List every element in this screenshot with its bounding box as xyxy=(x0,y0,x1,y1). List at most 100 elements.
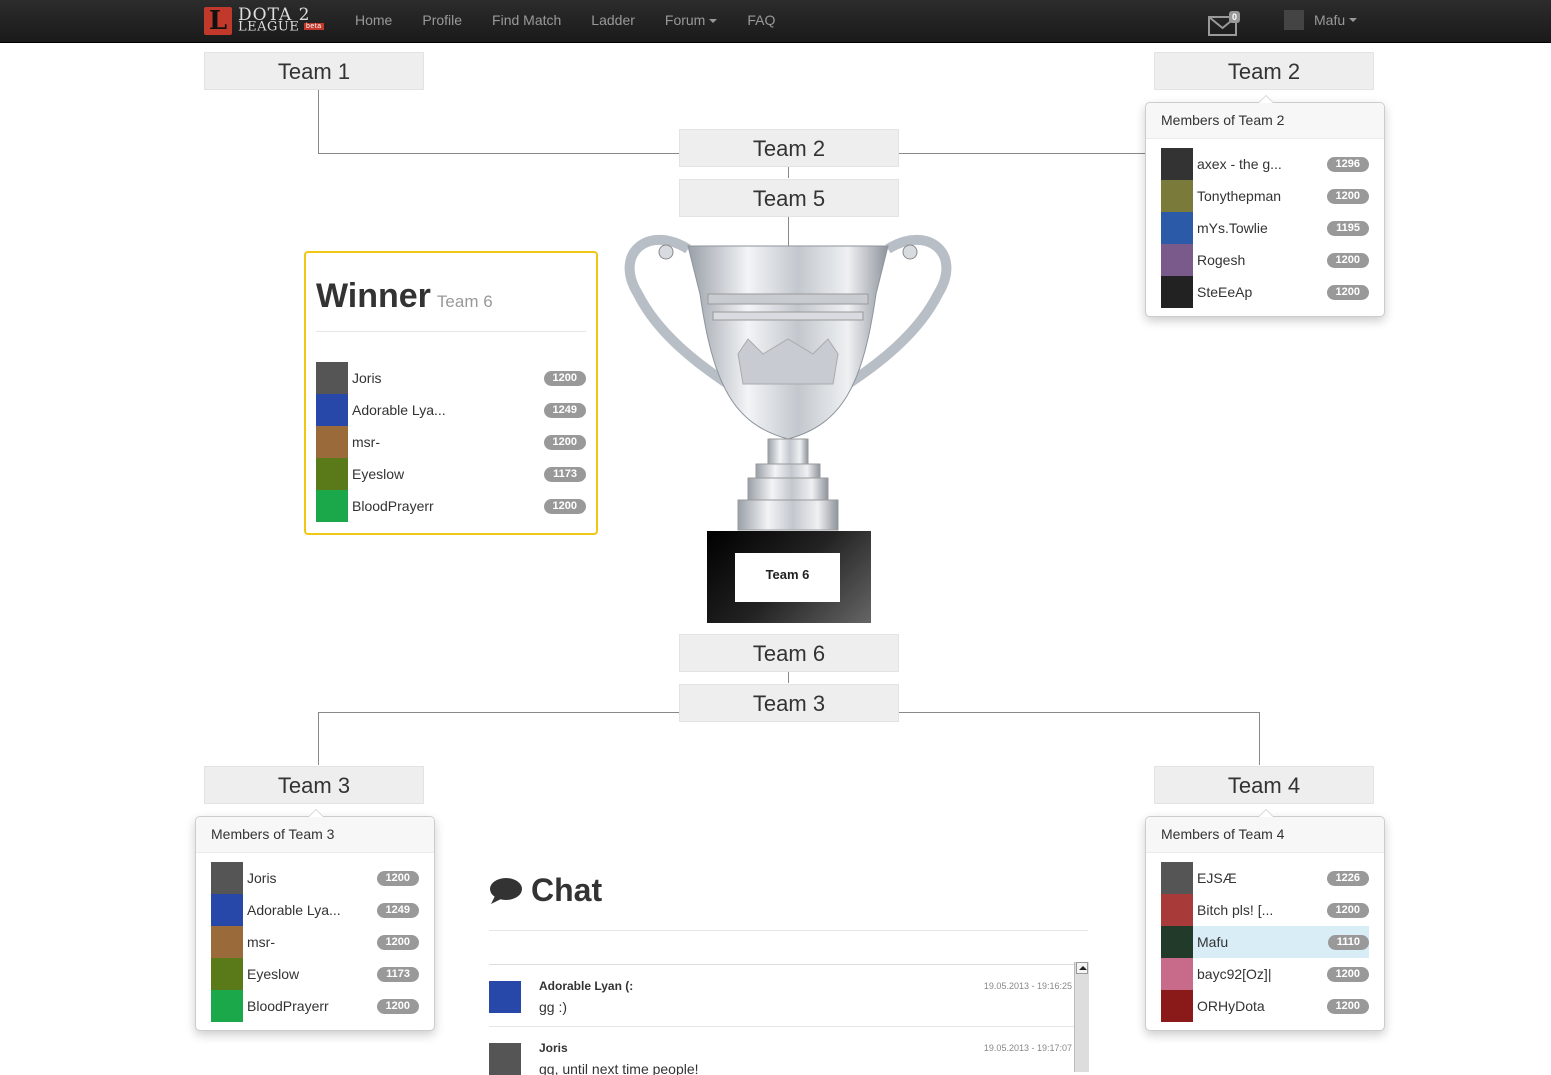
chat-messages[interactable]: Adorable Lyan (: gg :) 19.05.2013 - 19:1… xyxy=(489,964,1088,1075)
message-author[interactable]: Joris xyxy=(539,1041,568,1055)
logo-text: DOTA 2 LEAGUE beta xyxy=(238,6,324,33)
winner-panel: Winner Team 6 Joris 1200 Adorable Lya... 12… xyxy=(304,251,598,535)
avatar xyxy=(489,981,521,1013)
message-author[interactable]: Adorable Lyan (: xyxy=(539,979,633,993)
list-item[interactable]: axex - the g... 1296 xyxy=(1161,148,1369,180)
list-item[interactable]: mYs.Towlie 1195 xyxy=(1161,212,1369,244)
winner-team: Team 6 xyxy=(436,292,493,311)
site-logo[interactable]: L DOTA 2 LEAGUE beta xyxy=(204,6,324,36)
rating-badge: 1200 xyxy=(1326,285,1369,300)
bracket-line xyxy=(318,712,319,765)
player-name: bayc92[Oz]| xyxy=(1197,966,1272,982)
rating-badge: 1200 xyxy=(376,871,419,886)
player-name: SteEeAp xyxy=(1197,284,1253,300)
rating-badge: 1200 xyxy=(1326,253,1369,268)
player-name: Eyeslow xyxy=(247,966,300,982)
scroll-up-arrow-icon[interactable] xyxy=(1076,962,1088,974)
rating-badge: 1200 xyxy=(543,499,586,514)
avatar xyxy=(1161,990,1193,1022)
rating-badge: 1200 xyxy=(1326,189,1369,204)
player-name: ORHyDota xyxy=(1197,998,1265,1014)
user-menu[interactable]: Mafu xyxy=(1284,10,1358,30)
avatar xyxy=(211,862,243,894)
player-name: BloodPrayerr xyxy=(247,998,329,1014)
list-item[interactable]: Joris 1200 xyxy=(211,862,419,894)
bracket-line xyxy=(1259,712,1260,765)
player-name: BloodPrayerr xyxy=(352,498,434,514)
nav-faq[interactable]: FAQ xyxy=(732,0,790,42)
list-item-current-user[interactable]: Mafu 1110 xyxy=(1161,926,1369,958)
chat-message: Joris gg, until next time people! 19.05.… xyxy=(489,1027,1088,1075)
list-item[interactable]: Adorable Lya... 1249 xyxy=(316,394,586,426)
player-name: Eyeslow xyxy=(352,466,405,482)
avatar xyxy=(316,458,348,490)
rating-badge: 1200 xyxy=(1326,999,1369,1014)
player-name: Joris xyxy=(352,370,382,386)
list-item[interactable]: Adorable Lya... 1249 xyxy=(211,894,419,926)
member-list: Joris 1200 Adorable Lya... 1249 msr- 1200 E… xyxy=(196,853,434,1030)
team-slot-semi-top-a[interactable]: Team 2 xyxy=(679,129,899,167)
nav-home[interactable]: Home xyxy=(340,0,407,42)
list-item[interactable]: msr- 1200 xyxy=(316,426,586,458)
chat-bubble-icon xyxy=(490,877,522,904)
player-name: mYs.Towlie xyxy=(1197,220,1268,236)
player-name: msr- xyxy=(352,434,380,450)
nav-forum[interactable]: Forum xyxy=(650,0,732,42)
team-slot-bot-left[interactable]: Team 3 xyxy=(204,766,424,804)
list-item[interactable]: BloodPrayerr 1200 xyxy=(211,990,419,1022)
divider xyxy=(316,331,586,332)
list-item[interactable]: Joris 1200 xyxy=(316,362,586,394)
champion-plate: Team 6 xyxy=(735,553,840,602)
avatar xyxy=(316,426,348,458)
list-item[interactable]: EJSÆ 1226 xyxy=(1161,862,1369,894)
avatar xyxy=(211,926,243,958)
chat-title: Chat xyxy=(531,872,603,908)
player-name: Mafu xyxy=(1197,934,1229,950)
nav-ladder[interactable]: Ladder xyxy=(576,0,650,42)
list-item[interactable]: Tonythepman 1200 xyxy=(1161,180,1369,212)
member-list: axex - the g... 1296 Tonythepman 1200 mYs.… xyxy=(1146,139,1384,316)
winner-member-list: Joris 1200 Adorable Lya... 1249 msr- 1200 E… xyxy=(316,362,586,522)
nav-menu: Home Profile Find Match Ladder Forum FAQ xyxy=(340,0,790,42)
nav-profile[interactable]: Profile xyxy=(407,0,477,42)
list-item[interactable]: BloodPrayerr 1200 xyxy=(316,490,586,522)
rating-badge: 1296 xyxy=(1326,157,1369,172)
bracket-line xyxy=(318,712,679,713)
player-name: Bitch pls! [... xyxy=(1197,902,1274,918)
list-item[interactable]: Rogesh 1200 xyxy=(1161,244,1369,276)
nav-find-match[interactable]: Find Match xyxy=(477,0,576,42)
list-item[interactable]: bayc92[Oz]| 1200 xyxy=(1161,958,1369,990)
list-item[interactable]: Eyeslow 1173 xyxy=(316,458,586,490)
message-timestamp: 19.05.2013 - 19:16:25 xyxy=(983,981,1072,991)
player-name: EJSÆ xyxy=(1197,870,1237,886)
team-slot-top-right[interactable]: Team 2 xyxy=(1154,52,1374,90)
team-slot-bot-right[interactable]: Team 4 xyxy=(1154,766,1374,804)
popover-title: Members of Team 3 xyxy=(196,817,434,853)
bracket-line xyxy=(898,153,1145,154)
username: Mafu xyxy=(1314,12,1346,28)
list-item[interactable]: msr- 1200 xyxy=(211,926,419,958)
rating-badge: 1226 xyxy=(1326,871,1369,886)
avatar xyxy=(316,490,348,522)
list-item[interactable]: SteEeAp 1200 xyxy=(1161,276,1369,308)
rating-badge: 1249 xyxy=(376,903,419,918)
rating-badge: 1200 xyxy=(543,435,586,450)
team-slot-semi-bot-a[interactable]: Team 6 xyxy=(679,634,899,672)
rating-badge: 1200 xyxy=(376,999,419,1014)
message-timestamp: 19.05.2013 - 19:17:07 xyxy=(983,1043,1072,1053)
chat-scrollbar[interactable] xyxy=(1074,962,1089,1072)
list-item[interactable]: ORHyDota 1200 xyxy=(1161,990,1369,1022)
avatar xyxy=(211,990,243,1022)
chat-heading: Chat xyxy=(489,872,602,909)
avatar xyxy=(1284,10,1304,30)
team-slot-semi-top-b[interactable]: Team 5 xyxy=(679,179,899,217)
team-slot-semi-bot-b[interactable]: Team 3 xyxy=(679,684,899,722)
list-item[interactable]: Eyeslow 1173 xyxy=(211,958,419,990)
popover-title: Members of Team 4 xyxy=(1146,817,1384,853)
avatar xyxy=(211,894,243,926)
avatar xyxy=(1161,148,1193,180)
team3-members-popover: Members of Team 3 Joris 1200 Adorable Lya… xyxy=(195,809,435,1031)
list-item[interactable]: Bitch pls! [... 1200 xyxy=(1161,894,1369,926)
team-slot-top-left[interactable]: Team 1 xyxy=(204,52,424,90)
avatar xyxy=(1161,244,1193,276)
